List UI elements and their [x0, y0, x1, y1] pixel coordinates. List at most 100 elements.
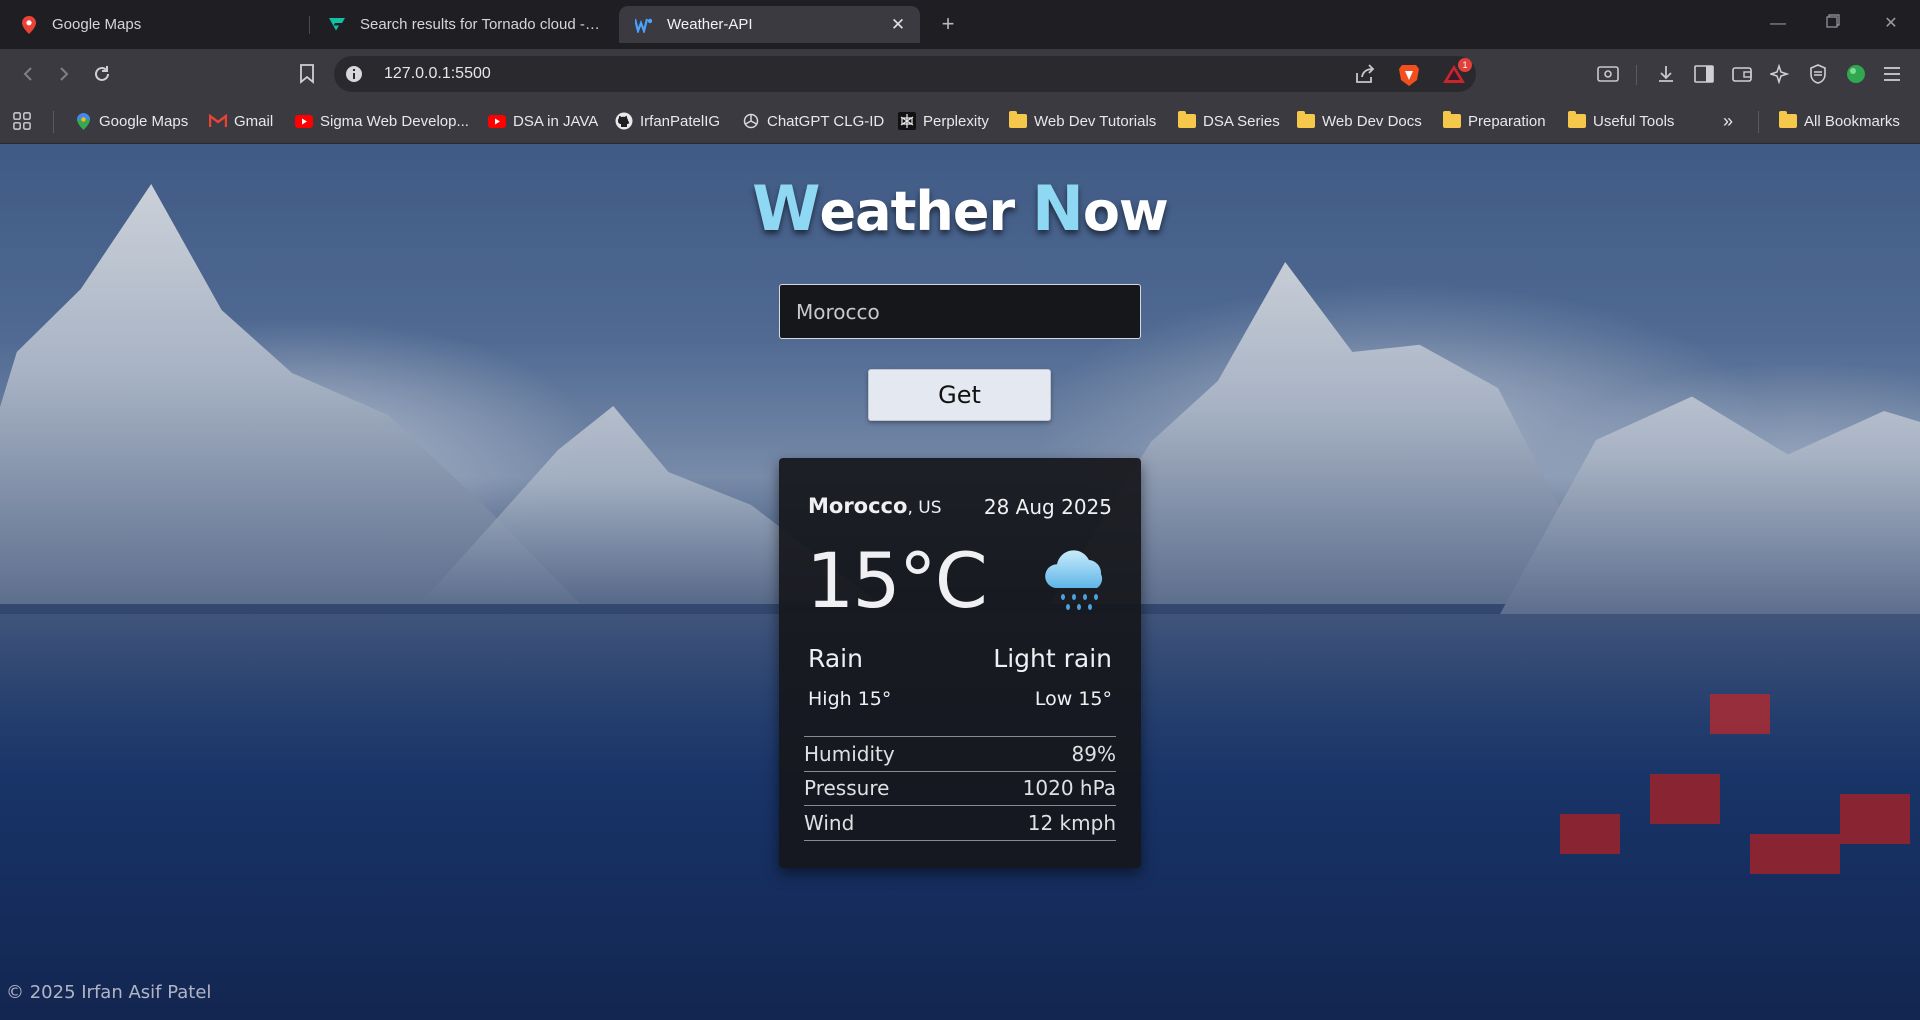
flaticon-icon [328, 16, 346, 34]
browser-toolbar: 127.0.0.1:5500 1 [0, 49, 1920, 99]
vpn-shield-icon[interactable] [1804, 60, 1832, 88]
stat-label: Wind [804, 810, 855, 835]
tab-flaticon-search[interactable]: Search results for Tornado cloud - Fla [312, 6, 614, 43]
bookmark-folder-web-dev-tutorials[interactable]: Web Dev Tutorials [1009, 109, 1156, 133]
bookmark-folder-dsa-series[interactable]: DSA Series [1178, 109, 1280, 133]
toolbar-divider [1636, 65, 1637, 85]
page-viewport: Weather Now Get Morocco, US 28 Aug 2025 … [0, 144, 1920, 1020]
weather-stats: Humidity 89% Pressure 1020 hPa Wind 12 k… [804, 736, 1116, 841]
minimize-button[interactable]: — [1763, 10, 1793, 38]
perplexity-icon [898, 112, 916, 130]
bookmark-label: Preparation [1468, 112, 1546, 130]
wallet-icon[interactable] [1728, 60, 1756, 88]
bookmark-label: Sigma Web Develop... [320, 112, 469, 130]
bookmark-google-maps[interactable]: Google Maps [74, 109, 188, 133]
close-tab-icon[interactable]: ✕ [888, 15, 908, 35]
share-icon[interactable] [1354, 64, 1376, 89]
back-button[interactable] [14, 60, 42, 88]
youtube-icon [488, 112, 506, 130]
bookmark-label: Web Dev Tutorials [1034, 112, 1157, 130]
github-icon [615, 112, 633, 130]
weather-api-icon [635, 16, 653, 34]
stat-pressure: Pressure 1020 hPa [804, 772, 1116, 806]
tab-google-maps[interactable]: Google Maps [4, 6, 306, 43]
city-search-input[interactable] [779, 284, 1141, 339]
location: Morocco, US [808, 494, 941, 518]
screenshot-search-icon[interactable] [1594, 60, 1622, 88]
restore-button[interactable] [1818, 10, 1848, 38]
bookmark-all-bookmarks[interactable]: All Bookmarks [1779, 109, 1900, 133]
bookmark-folder-useful-tools[interactable]: Useful Tools [1568, 109, 1674, 133]
brave-shields-icon[interactable] [1398, 63, 1420, 92]
google-maps-icon [74, 112, 92, 130]
reload-button[interactable] [88, 60, 116, 88]
weather-card: Morocco, US 28 Aug 2025 15°C Rain Light … [779, 458, 1141, 868]
tab-weather-api[interactable]: Weather-API ✕ [619, 6, 920, 43]
folder-icon [1178, 111, 1196, 130]
bookmark-label: Useful Tools [1593, 112, 1675, 130]
gmail-icon [209, 112, 227, 130]
city-name: Morocco [808, 494, 908, 518]
tab-title: Search results for Tornado cloud - Fla [360, 16, 602, 33]
close-window-button[interactable]: ✕ [1876, 10, 1906, 38]
leo-ai-icon[interactable] [1766, 60, 1794, 88]
get-weather-button[interactable]: Get [868, 369, 1051, 421]
bookmark-perplexity[interactable]: Perplexity [898, 109, 989, 133]
notification-badge: 1 [1458, 58, 1472, 72]
bookmark-folder-web-dev-docs[interactable]: Web Dev Docs [1297, 109, 1422, 133]
sidebar-icon[interactable] [1690, 60, 1718, 88]
bookmark-label: Web Dev Docs [1322, 112, 1422, 130]
download-icon[interactable] [1652, 60, 1680, 88]
weather-condition: Rain [808, 644, 863, 673]
address-bar[interactable]: 127.0.0.1:5500 1 [334, 56, 1476, 92]
brave-rewards-icon[interactable]: 1 [1442, 58, 1472, 90]
bookmark-page-button[interactable] [293, 60, 321, 88]
low-temperature: Low 15° [1034, 688, 1112, 710]
url-text[interactable]: 127.0.0.1:5500 [384, 65, 491, 83]
tab-strip: Google Maps Search results for Tornado c… [0, 0, 1920, 49]
bookmark-folder-preparation[interactable]: Preparation [1443, 109, 1546, 133]
stat-label: Pressure [804, 776, 890, 801]
bookmark-chatgpt[interactable]: ChatGPT CLG-ID [742, 109, 884, 133]
bookmark-label: All Bookmarks [1804, 112, 1900, 130]
stat-humidity: Humidity 89% [804, 737, 1116, 772]
bookmark-sigma-web-dev[interactable]: Sigma Web Develop... [295, 109, 469, 133]
title-word: ow [1082, 180, 1169, 243]
country-code: , US [907, 498, 942, 518]
bookmark-divider [1758, 111, 1759, 133]
title-letter: W [752, 172, 820, 245]
weather-description: Light rain [993, 644, 1112, 673]
high-temperature: High 15° [808, 688, 892, 710]
more-bookmarks-button[interactable]: » [1723, 109, 1733, 133]
bookmark-label: Gmail [234, 112, 274, 130]
rain-cloud-icon [1045, 550, 1103, 610]
title-letter: N [1031, 172, 1084, 245]
new-tab-button[interactable]: + [936, 11, 960, 37]
stat-value: 89% [1071, 741, 1116, 766]
folder-icon [1779, 111, 1797, 130]
tab-divider [309, 16, 310, 34]
bookmark-label: DSA Series [1203, 112, 1280, 130]
site-info-icon[interactable] [344, 64, 364, 84]
google-maps-icon [20, 15, 38, 34]
bookmark-label: Google Maps [99, 112, 189, 130]
bookmark-divider [53, 111, 54, 133]
folder-icon [1568, 111, 1586, 130]
bookmark-gmail[interactable]: Gmail [209, 109, 273, 133]
title-word: eather [819, 180, 1016, 243]
stat-value: 1020 hPa [1022, 776, 1116, 801]
apps-grid-icon [13, 112, 31, 130]
temperature: 15°C [806, 536, 988, 625]
profile-avatar-icon[interactable] [1842, 60, 1870, 88]
bookmark-irfanpatelig[interactable]: IrfanPatelIG [615, 109, 720, 133]
bookmark-dsa-in-java[interactable]: DSA in JAVA [488, 109, 598, 133]
menu-icon[interactable] [1878, 60, 1906, 88]
folder-icon [1009, 111, 1027, 130]
youtube-icon [295, 112, 313, 130]
folder-icon [1297, 111, 1315, 130]
folder-icon [1443, 111, 1461, 130]
bookmarks-bar: Google Maps Gmail Sigma Web Develop... D… [0, 99, 1920, 144]
forward-button[interactable] [50, 60, 78, 88]
apps-grid-button[interactable] [13, 109, 38, 133]
stat-label: Humidity [804, 741, 895, 766]
